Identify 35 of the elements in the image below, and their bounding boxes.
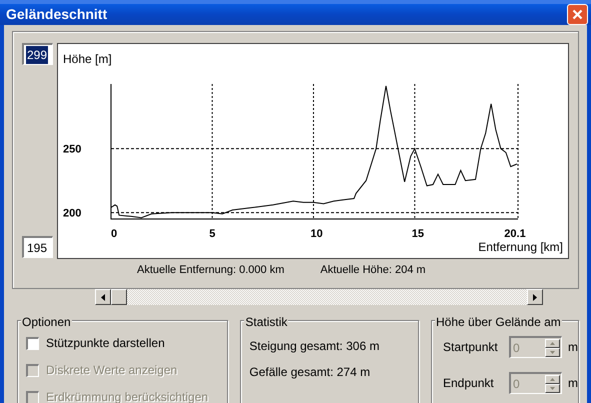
scrollbar[interactable]: [95, 289, 543, 305]
x-tick-label: 10: [310, 228, 323, 240]
current-distance: Aktuelle Entfernung: 0.000 km: [137, 263, 284, 278]
unit-label: m: [568, 339, 578, 356]
x-axis-label: Entfernung [km]: [478, 240, 563, 254]
scroll-left-button[interactable]: [95, 289, 111, 305]
scroll-right-button[interactable]: [527, 289, 543, 305]
down-arrow-icon: [550, 386, 555, 390]
x-tick-label: 0: [111, 228, 118, 240]
up-arrow-icon: [550, 378, 555, 380]
up-arrow-icon: [550, 342, 555, 344]
close-icon: [572, 9, 583, 20]
max-height-field[interactable]: 299: [22, 43, 53, 65]
checkbox-label: Diskrete Werte anzeigen: [46, 362, 178, 379]
right-arrow-icon: [533, 294, 537, 300]
current-height: Aktuelle Höhe: 204 m: [320, 263, 426, 278]
y-axis-label: Höhe [m]: [63, 52, 112, 66]
window-title: Geländeschnitt: [6, 5, 108, 24]
checkbox-label: Stützpunkte darstellen: [46, 335, 165, 352]
statistic-value: Steigung gesamt: 306 m: [249, 338, 380, 355]
x-tick-label: 5: [209, 228, 216, 240]
left-arrow-icon: [101, 294, 105, 300]
statistic-value: Gefälle gesamt: 274 m: [249, 364, 372, 381]
x-tick-label: 20.1: [504, 228, 526, 240]
y-tick-label: 250: [63, 144, 82, 156]
min-height-field[interactable]: 195: [22, 236, 53, 258]
y-tick-label: 200: [63, 208, 82, 220]
scroll-thumb[interactable]: [111, 289, 127, 305]
close-button[interactable]: [567, 4, 588, 25]
field-label: Startpunkt: [443, 339, 499, 356]
unit-label: m: [568, 375, 578, 392]
x-tick-label: 15: [412, 228, 424, 240]
field-label: Endpunkt: [443, 375, 495, 392]
down-arrow-icon: [550, 350, 555, 354]
checkbox[interactable]: [26, 336, 39, 350]
